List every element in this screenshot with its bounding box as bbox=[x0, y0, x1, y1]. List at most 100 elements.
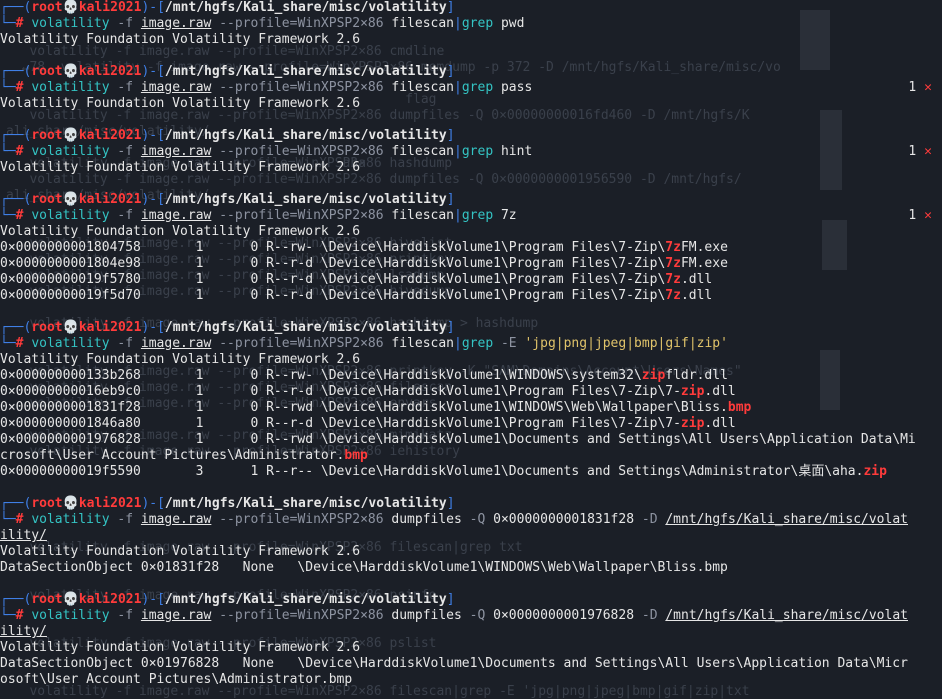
error-x-icon: ✕ bbox=[924, 144, 932, 159]
result-text: fldr.dll bbox=[665, 368, 728, 383]
cmd-profile: --profile=WinXPSP2×86 bbox=[219, 512, 384, 527]
prompt-frame: )-[ bbox=[141, 592, 165, 607]
dump-result-text: DataSectionObject 0×01976828 None \Devic… bbox=[0, 656, 908, 671]
prompt-frame: ] bbox=[446, 192, 455, 207]
prompt-frame: ] bbox=[446, 0, 455, 15]
result-text: 0×0000000001846a80 1 0 R--r-d \Device\Ha… bbox=[0, 416, 681, 431]
cmd-image-arg: image.raw bbox=[140, 80, 212, 95]
match-highlight: 7z bbox=[665, 256, 681, 271]
prompt-host: kali2021 bbox=[78, 496, 142, 511]
cmd-plugin: filescan bbox=[391, 144, 455, 159]
prompt-line: ┌──(root💀kali2021)-[/mnt/hgfs/Kali_share… bbox=[0, 128, 942, 144]
version-line: Volatility Foundation Volatility Framewo… bbox=[0, 640, 942, 656]
version-text: Volatility Foundation Volatility Framewo… bbox=[0, 224, 361, 239]
prompt-hash: # bbox=[15, 16, 24, 31]
prompt-frame: )-[ bbox=[141, 496, 165, 511]
cmd-profile: --profile=WinXPSP2×86 bbox=[219, 144, 384, 159]
prompt-cwd: /mnt/hgfs/Kali_share/misc/volatility bbox=[164, 64, 447, 79]
cmd-image-arg: image.raw bbox=[140, 16, 212, 31]
cmd-pipe: | bbox=[454, 144, 462, 159]
dump-result: osoft\User Account Pictures\Administrato… bbox=[0, 672, 942, 688]
result-row: 0×0000000001846a80 1 0 R--r-d \Device\Ha… bbox=[0, 416, 942, 432]
prompt-frame: ┌──( bbox=[0, 496, 32, 511]
cmd-tool: volatility bbox=[31, 608, 110, 623]
cmd-grep: grep bbox=[461, 208, 494, 223]
result-row: 0×0000000001804758 1 0 R--rw- \Device\Ha… bbox=[0, 240, 942, 256]
prompt-cwd: /mnt/hgfs/Kali_share/misc/volatility bbox=[164, 0, 447, 15]
prompt-line: ┌──(root💀kali2021)-[/mnt/hgfs/Kali_share… bbox=[0, 320, 942, 336]
command-line: └─# volatility -f image.raw --profile=Wi… bbox=[0, 144, 942, 160]
cmd-plugin: dumpfiles bbox=[391, 512, 462, 527]
result-row: 0×00000000019f5780 1 0 R--r-d \Device\Ha… bbox=[0, 272, 942, 288]
result-text: 0×0000000001976828 1 0 R--rwd \Device\Ha… bbox=[0, 432, 916, 447]
terminal-output: ┌──(root💀kali2021)-[/mnt/hgfs/Kali_share… bbox=[0, 0, 942, 688]
command-line: └─# volatility -f image.raw --profile=Wi… bbox=[0, 80, 942, 96]
cmd-pipe: | bbox=[454, 80, 462, 95]
exit-status: 1 ✕ bbox=[908, 208, 932, 224]
prompt-host: kali2021 bbox=[78, 320, 142, 335]
version-text: Volatility Foundation Volatility Framewo… bbox=[0, 640, 361, 655]
prompt-host: kali2021 bbox=[78, 192, 142, 207]
cmd-plugin: filescan bbox=[391, 80, 455, 95]
cmd-tool: volatility bbox=[31, 512, 110, 527]
match-highlight: bmp bbox=[727, 400, 752, 415]
version-text: Volatility Foundation Volatility Framewo… bbox=[0, 160, 361, 175]
match-highlight: zip bbox=[863, 464, 887, 479]
skull-icon: 💀 bbox=[62, 64, 79, 79]
prompt-user: root bbox=[31, 496, 63, 511]
prompt-frame: ] bbox=[446, 128, 455, 143]
cmd-flag: -f bbox=[117, 80, 134, 95]
result-row: 0×0000000001831f28 1 0 R--rwd \Device\Ha… bbox=[0, 400, 942, 416]
cmd-path: /mnt/hgfs/Kali_share/misc/volat bbox=[665, 608, 908, 623]
skull-icon: 💀 bbox=[62, 496, 79, 511]
command-line: └─# volatility -f image.raw --profile=Wi… bbox=[0, 208, 942, 224]
result-text: .dll bbox=[704, 384, 736, 399]
cmd-tool: volatility bbox=[31, 144, 110, 159]
result-text: 0×00000000019f5d70 1 0 R--r-d \Device\Ha… bbox=[0, 288, 666, 303]
result-text: 0×0000000001804758 1 0 R--rw- \Device\Ha… bbox=[0, 240, 666, 255]
cmd-grep: grep bbox=[461, 80, 494, 95]
prompt-host: kali2021 bbox=[78, 128, 142, 143]
cmd-grep-pattern: pass bbox=[493, 80, 533, 95]
cmd-flag: -f bbox=[117, 336, 134, 351]
result-text: 0×000000000133b268 1 0 R--rw- \Device\Ha… bbox=[0, 368, 642, 383]
version-line: Volatility Foundation Volatility Framewo… bbox=[0, 160, 942, 176]
cmd-tool: volatility bbox=[31, 80, 110, 95]
cmd-grep: grep bbox=[461, 144, 494, 159]
version-line: Volatility Foundation Volatility Framewo… bbox=[0, 224, 942, 240]
result-text: crosoft\User Account Pictures\Administra… bbox=[0, 448, 345, 463]
cmd-tool: volatility bbox=[31, 16, 110, 31]
result-row: 0×00000000016eb9c0 1 0 R--r-d \Device\Ha… bbox=[0, 384, 942, 400]
cmd-profile: --profile=WinXPSP2×86 bbox=[219, 208, 384, 223]
cmd-flag: -f bbox=[117, 16, 134, 31]
cmd-plugin: filescan bbox=[391, 16, 455, 31]
result-row: 0×00000000019f5590 3 1 R--r-- \Device\Ha… bbox=[0, 464, 942, 480]
result-text: .dll bbox=[680, 272, 713, 287]
version-line: Volatility Foundation Volatility Framewo… bbox=[0, 352, 942, 368]
version-text: Volatility Foundation Volatility Framewo… bbox=[0, 96, 361, 111]
prompt-cwd: /mnt/hgfs/Kali_share/misc/volatility bbox=[164, 496, 447, 511]
cmd-flag: -D bbox=[641, 512, 658, 527]
cmd-image-arg: image.raw bbox=[140, 208, 212, 223]
prompt-frame: └─ bbox=[0, 80, 16, 95]
prompt-host: kali2021 bbox=[78, 0, 142, 15]
cmd-profile: --profile=WinXPSP2×86 bbox=[219, 16, 384, 31]
cmd-plugin: filescan bbox=[391, 336, 455, 351]
skull-icon: 💀 bbox=[62, 128, 79, 143]
prompt-frame: └─ bbox=[0, 608, 16, 623]
result-text: FM.exe bbox=[680, 240, 728, 255]
prompt-frame: )-[ bbox=[141, 192, 165, 207]
prompt-cwd: /mnt/hgfs/Kali_share/misc/volatility bbox=[164, 320, 447, 335]
command-line: └─# volatility -f image.raw --profile=Wi… bbox=[0, 16, 942, 32]
match-highlight: 7z bbox=[665, 272, 681, 287]
command-line: └─# volatility -f image.raw --profile=Wi… bbox=[0, 336, 942, 352]
prompt-line: ┌──(root💀kali2021)-[/mnt/hgfs/Kali_share… bbox=[0, 592, 942, 608]
version-text: Volatility Foundation Volatility Framewo… bbox=[0, 352, 361, 367]
cmd-profile: --profile=WinXPSP2×86 bbox=[219, 80, 384, 95]
prompt-user: root bbox=[31, 592, 63, 607]
exit-status: 1 ✕ bbox=[908, 144, 932, 160]
